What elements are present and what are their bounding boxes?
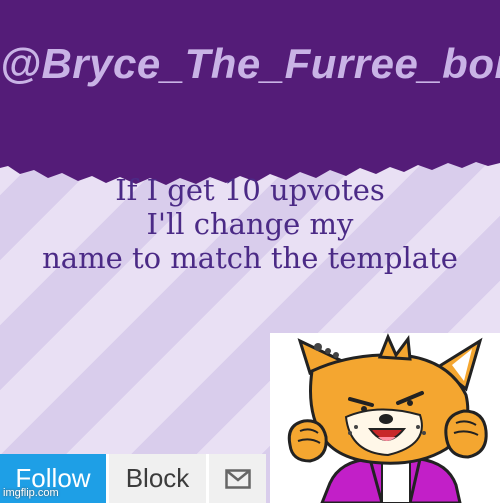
- furry-character-icon: [287, 333, 488, 503]
- caption-line: If I get 10 upvotes: [115, 173, 385, 207]
- block-button[interactable]: Block: [106, 454, 206, 503]
- caption-line: I'll change my: [146, 206, 354, 241]
- message-button[interactable]: [206, 454, 266, 503]
- meme-template: @Bryce_The_Furree_boi If I get 10 upvote…: [0, 0, 500, 503]
- caption-line: name to match the template: [42, 240, 458, 275]
- envelope-icon: [224, 468, 251, 489]
- username-header: @Bryce_The_Furree_boi: [0, 40, 500, 87]
- imgflip-watermark: imgflip.com: [3, 487, 59, 499]
- meme-caption: If I get 10 upvotes I'll change my name …: [0, 173, 500, 276]
- purple-banner: [0, 0, 500, 185]
- character-sticker: [270, 333, 500, 503]
